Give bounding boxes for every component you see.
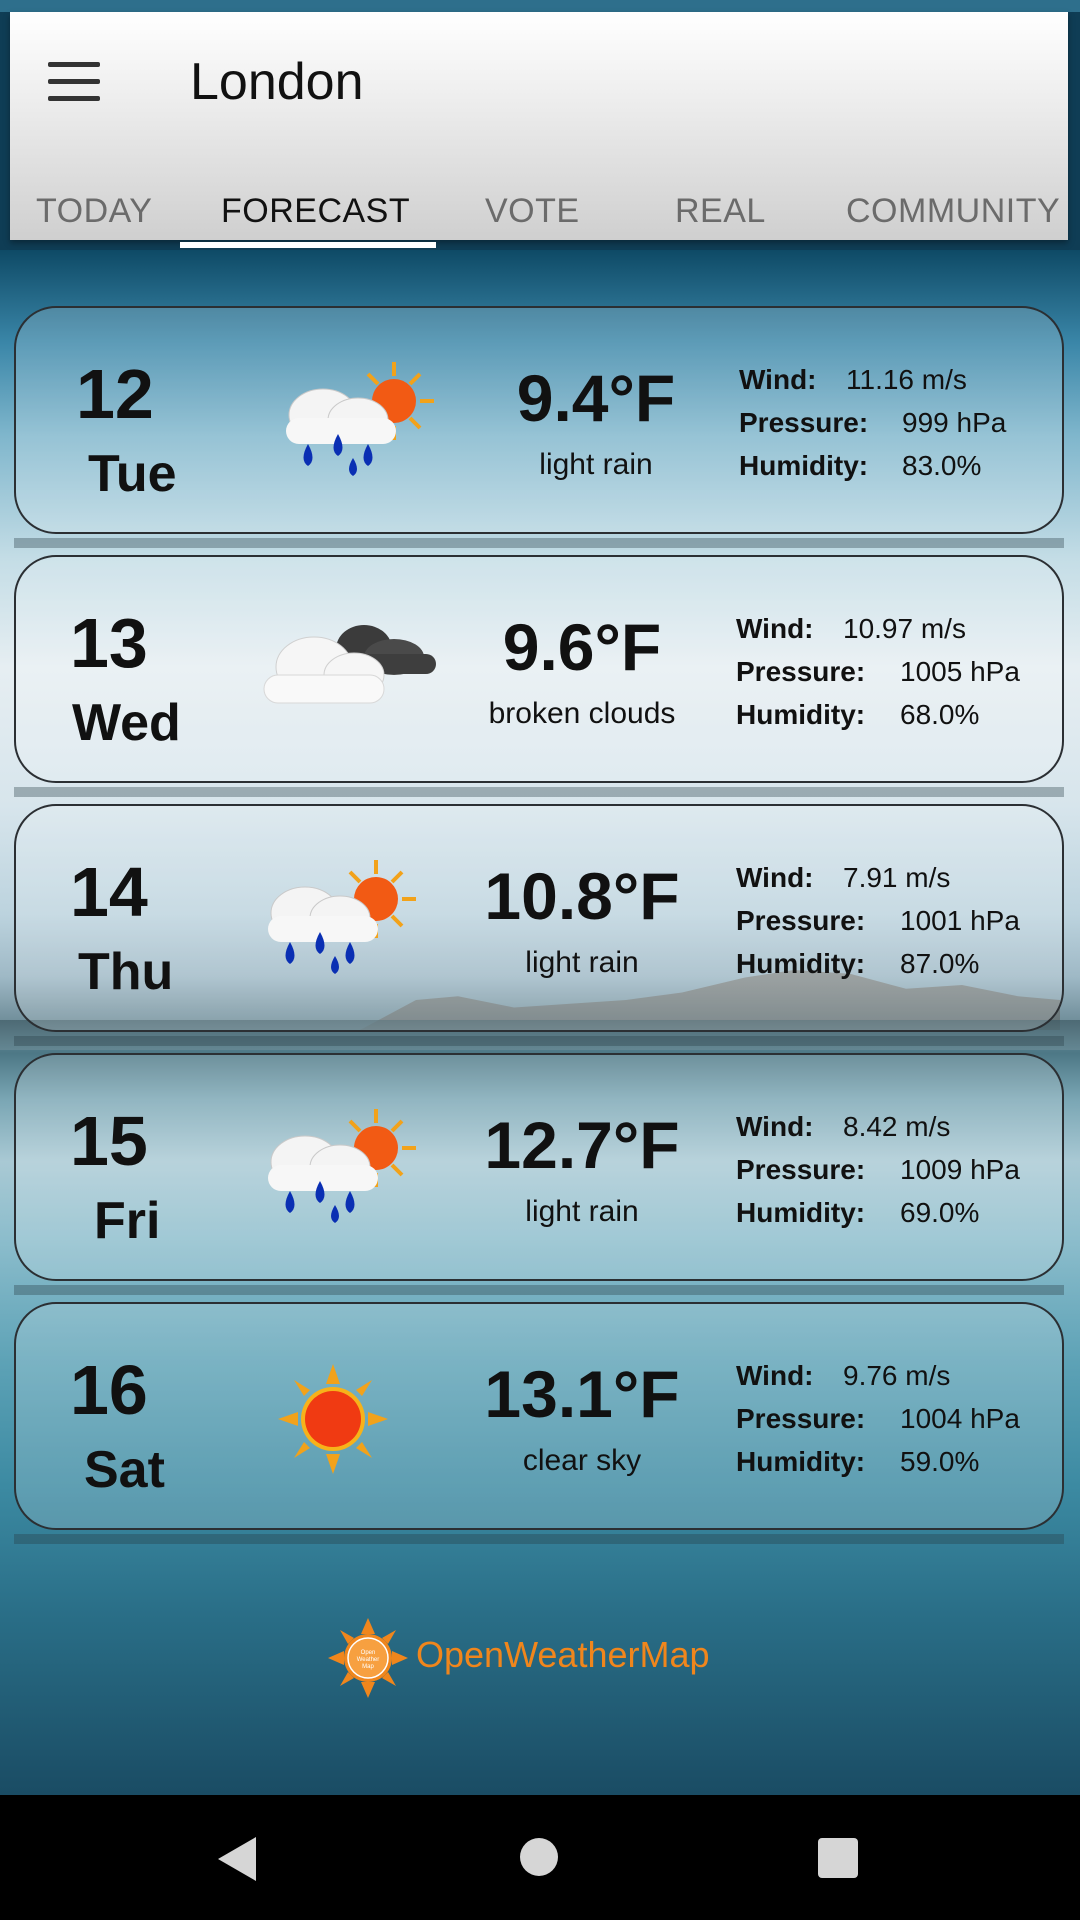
day-name: Thu: [78, 943, 174, 1001]
pressure-label: Pressure:: [736, 905, 866, 936]
weather-description: clear sky: [522, 1444, 642, 1477]
wind-value: 11.16 m/s: [846, 364, 967, 395]
clear-sky-sun-icon: [278, 1364, 388, 1474]
day-number: 16: [70, 1351, 148, 1429]
pressure-label: Pressure:: [739, 407, 869, 438]
wind-label: Wind:: [736, 1360, 814, 1391]
wind-value: 10.97 m/s: [843, 613, 966, 644]
temperature: 9.4°F: [516, 361, 676, 435]
temperature: 13.1°F: [484, 1357, 680, 1431]
back-triangle-icon[interactable]: [218, 1837, 258, 1881]
humidity-value: 87.0%: [900, 948, 980, 979]
card-divider: [14, 787, 1064, 797]
wind-value: 7.91 m/s: [843, 862, 951, 893]
temperature: 12.7°F: [484, 1108, 680, 1182]
brand-name[interactable]: OpenWeatherMap: [416, 1634, 710, 1676]
card-divider: [14, 1534, 1064, 1544]
humidity-label: Humidity:: [736, 1197, 866, 1228]
humidity-value: 59.0%: [900, 1446, 980, 1477]
card-divider: [14, 1285, 1064, 1295]
temperature: 9.6°F: [502, 610, 662, 684]
pressure-value: 1005 hPa: [900, 656, 1020, 687]
card-divider: [14, 538, 1064, 548]
day-number: 15: [70, 1102, 148, 1180]
wind-value: 9.76 m/s: [843, 1360, 951, 1391]
forecast-card[interactable]: 12 Tue 9.4°F light rain Wind: 11.16 m/s …: [14, 306, 1064, 534]
pressure-value: 999 hPa: [902, 407, 1007, 438]
humidity-value: 68.0%: [900, 699, 980, 730]
app-bar: London TODAY FORECAST VOTE REAL COMMUNIT…: [10, 12, 1068, 240]
weather-description: light rain: [525, 1195, 639, 1228]
forecast-card[interactable]: 15 Fri 12.7°F light rain Wind: 8.42 m/s …: [14, 1053, 1064, 1281]
weather-description: light rain: [539, 448, 653, 481]
light-rain-sun-icon: [268, 1109, 416, 1223]
day-name: Fri: [94, 1192, 161, 1250]
day-number: 13: [70, 604, 148, 682]
tab-forecast[interactable]: FORECAST: [221, 192, 410, 231]
svg-text:Map: Map: [362, 1664, 374, 1670]
card-divider: [14, 1036, 1064, 1046]
menu-icon[interactable]: [48, 62, 100, 102]
tab-community[interactable]: COMMUNITY: [846, 192, 1060, 231]
light-rain-sun-icon: [268, 860, 416, 974]
tab-vote[interactable]: VOTE: [485, 192, 580, 231]
light-rain-sun-icon: [286, 362, 434, 476]
humidity-value: 69.0%: [900, 1197, 980, 1228]
day-number: 12: [76, 355, 154, 433]
pressure-value: 1001 hPa: [900, 905, 1020, 936]
wind-label: Wind:: [736, 1111, 814, 1142]
page-title: London: [190, 53, 364, 111]
forecast-card[interactable]: 16 Sat 13.1°F clear sky Wind: 9.76 m/s P…: [14, 1302, 1064, 1530]
pressure-value: 1009 hPa: [900, 1154, 1020, 1185]
humidity-label: Humidity:: [736, 1446, 866, 1477]
tab-real[interactable]: REAL: [675, 192, 766, 231]
day-name: Wed: [72, 694, 181, 752]
tab-today[interactable]: TODAY: [36, 192, 153, 231]
svg-text:Open: Open: [361, 1650, 376, 1656]
humidity-label: Humidity:: [736, 948, 866, 979]
pressure-label: Pressure:: [736, 1154, 866, 1185]
status-strip: [0, 0, 1080, 12]
broken-clouds-icon: [263, 625, 436, 704]
recents-square-icon[interactable]: [818, 1838, 858, 1878]
pressure-label: Pressure:: [736, 1403, 866, 1434]
weather-description: broken clouds: [488, 697, 676, 730]
wind-label: Wind:: [736, 862, 814, 893]
day-name: Sat: [84, 1441, 165, 1499]
forecast-card[interactable]: 14 Thu 10.8°F light rain Wind: 7.91 m/s …: [14, 804, 1064, 1032]
tab-bar: TODAY FORECAST VOTE REAL COMMUNITY: [10, 172, 1068, 240]
day-name: Tue: [88, 445, 177, 503]
home-circle-icon[interactable]: [520, 1838, 558, 1876]
temperature: 10.8°F: [484, 859, 680, 933]
openweathermap-logo-icon[interactable]: Open Weather Map: [328, 1618, 408, 1698]
pressure-value: 1004 hPa: [900, 1403, 1020, 1434]
wind-label: Wind:: [739, 364, 817, 395]
tab-indicator: [180, 242, 436, 248]
forecast-card[interactable]: 13 Wed 9.6°F broken clouds Wind: 10.97 m…: [14, 555, 1064, 783]
pressure-label: Pressure:: [736, 656, 866, 687]
humidity-value: 83.0%: [902, 450, 982, 481]
humidity-label: Humidity:: [736, 699, 866, 730]
wind-label: Wind:: [736, 613, 814, 644]
wind-value: 8.42 m/s: [843, 1111, 951, 1142]
day-number: 14: [70, 853, 148, 931]
weather-description: light rain: [525, 946, 639, 979]
svg-text:Weather: Weather: [357, 1657, 380, 1663]
humidity-label: Humidity:: [739, 450, 869, 481]
